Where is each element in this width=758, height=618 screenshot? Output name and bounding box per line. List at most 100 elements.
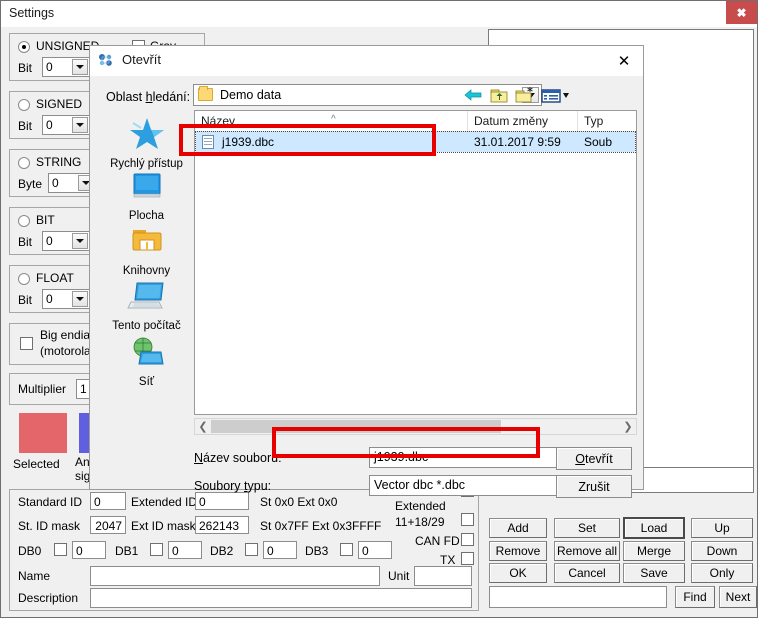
place-label: Tento počítač	[112, 320, 181, 332]
column-header-modified[interactable]: Datum změny	[468, 111, 578, 131]
set-button[interactable]: Set	[554, 518, 620, 538]
look-in-label: Oblast hledání:	[106, 90, 190, 104]
only-button[interactable]: Only	[691, 563, 753, 583]
place-libraries[interactable]: Knihovny	[98, 225, 195, 277]
input-db0[interactable]: 0	[72, 541, 106, 559]
column-header-type[interactable]: Typ	[578, 111, 636, 131]
input-unit[interactable]	[414, 566, 472, 586]
chevron-down-icon[interactable]	[72, 59, 88, 75]
load-button[interactable]: Load	[623, 517, 685, 539]
back-arrow-icon[interactable]	[462, 85, 484, 105]
down-button[interactable]: Down	[691, 541, 753, 561]
find-button[interactable]: Find	[675, 586, 715, 608]
file-name-label-key: N	[194, 451, 204, 465]
add-button[interactable]: Add	[489, 518, 547, 538]
combo-unsigned-bit-value: 0	[46, 60, 53, 74]
chevron-down-icon[interactable]	[72, 291, 88, 307]
app-window: Settings ✖ UNSIGNED Bit 0 Gray SIGNED Bi…	[0, 0, 758, 618]
app-icon	[99, 54, 112, 66]
input-ext-id-mask[interactable]: 262143	[195, 516, 249, 534]
ok-button[interactable]: OK	[489, 563, 547, 583]
merge-button[interactable]: Merge	[623, 541, 685, 561]
file-list-header: Název ^ Datum změny Typ	[195, 111, 636, 132]
checkbox-big-endian[interactable]	[20, 337, 33, 350]
scroll-right-icon[interactable]: ❯	[620, 419, 636, 434]
label-st-ext-hex-2: St 0x7FF Ext 0x3FFFF	[260, 519, 382, 533]
place-label: Síť	[138, 376, 155, 388]
combo-signed-bit[interactable]: 0	[42, 115, 90, 135]
sort-ascending-icon: ^	[331, 114, 336, 125]
file-list[interactable]: Název ^ Datum změny Typ j1939.dbc 31.01.…	[194, 110, 637, 415]
label-multiplier: Multiplier	[18, 382, 67, 396]
input-description[interactable]	[90, 588, 472, 608]
this-pc-icon	[126, 282, 164, 309]
radio-string[interactable]	[18, 157, 30, 169]
label-string-unit: Byte	[18, 177, 43, 191]
open-button[interactable]: Otevřít	[556, 447, 632, 470]
combo-unsigned-bit[interactable]: 0	[42, 57, 90, 77]
radio-signed[interactable]	[18, 99, 30, 111]
place-network[interactable]: Síť	[98, 336, 195, 388]
close-icon[interactable]: ✖	[726, 1, 757, 24]
look-in-label-pre: Oblast	[106, 90, 146, 104]
label-flag-11-18-29: 11+18/29	[395, 515, 445, 529]
dialog-cancel-button[interactable]: Zrušit	[556, 475, 632, 498]
place-desktop[interactable]: Plocha	[98, 170, 195, 222]
chevron-down-icon[interactable]	[72, 117, 88, 133]
radio-unsigned[interactable]	[18, 41, 30, 53]
combo-signed-bit-value: 0	[46, 118, 53, 132]
input-db2[interactable]: 0	[263, 541, 297, 559]
column-header-name[interactable]: Název ^	[195, 111, 468, 131]
scrollbar-thumb[interactable]	[211, 420, 501, 433]
desktop-icon	[133, 173, 160, 198]
input-name[interactable]	[90, 566, 380, 586]
label-signed-unit: Bit	[18, 119, 33, 133]
label-bit-unit: Bit	[18, 235, 33, 249]
input-db1[interactable]: 0	[168, 541, 202, 559]
checkbox-db2[interactable]	[245, 543, 258, 556]
label-name: Name	[18, 569, 51, 583]
views-icon[interactable]	[540, 85, 570, 105]
save-button[interactable]: Save	[623, 563, 685, 583]
combo-bit-bit[interactable]: 0	[42, 231, 90, 251]
horizontal-scrollbar[interactable]: ❮ ❯	[194, 418, 637, 435]
place-quick-access[interactable]: Rychlý přístup	[98, 114, 195, 170]
dialog-titlebar: Otevřít ✕	[90, 46, 643, 76]
new-folder-icon[interactable]	[514, 85, 536, 105]
cancel-button[interactable]: Cancel	[554, 563, 620, 583]
checkbox-flag-can-fd[interactable]	[461, 533, 474, 546]
window-titlebar: Settings ✖	[1, 1, 757, 27]
dialog-close-icon[interactable]: ✕	[611, 50, 637, 72]
input-st-id-mask[interactable]: 2047	[90, 516, 126, 534]
remove-button[interactable]: Remove	[489, 541, 547, 561]
input-extended-id[interactable]: 0	[195, 492, 249, 510]
label-signed: SIGNED	[36, 97, 83, 111]
checkbox-db3[interactable]	[340, 543, 353, 556]
open-button-rest: tevřít	[584, 451, 613, 466]
swatch-selected[interactable]	[19, 413, 67, 453]
up-folder-icon[interactable]	[488, 85, 510, 105]
label-unit: Unit	[388, 569, 410, 583]
checkbox-db1[interactable]	[150, 543, 163, 556]
open-file-dialog: Otevřít ✕ Oblast hledání: Demo data Rych…	[89, 45, 644, 498]
table-row[interactable]: j1939.dbc 31.01.2017 9:59 Soub	[195, 131, 636, 153]
remove-all-button[interactable]: Remove all	[554, 541, 620, 561]
place-label: Plocha	[128, 210, 165, 222]
checkbox-db0[interactable]	[54, 543, 67, 556]
label-swatch-selected: Selected	[13, 457, 60, 471]
label-description: Description	[18, 591, 79, 605]
up-button[interactable]: Up	[691, 518, 753, 538]
place-this-pc[interactable]: Tento počítač	[98, 280, 195, 332]
radio-bit[interactable]	[18, 215, 30, 227]
combo-float-bit[interactable]: 0	[42, 289, 90, 309]
star-icon	[129, 118, 164, 149]
label-flag-extended: Extended	[395, 499, 446, 513]
checkbox-flag-extended[interactable]	[461, 513, 474, 526]
radio-float[interactable]	[18, 273, 30, 285]
checkbox-flag-tx[interactable]	[461, 552, 474, 565]
input-standard-id[interactable]: 0	[90, 492, 126, 510]
find-input[interactable]	[489, 586, 667, 608]
chevron-down-icon[interactable]	[72, 233, 88, 249]
scroll-left-icon[interactable]: ❮	[195, 419, 211, 434]
next-button[interactable]: Next	[719, 586, 757, 608]
